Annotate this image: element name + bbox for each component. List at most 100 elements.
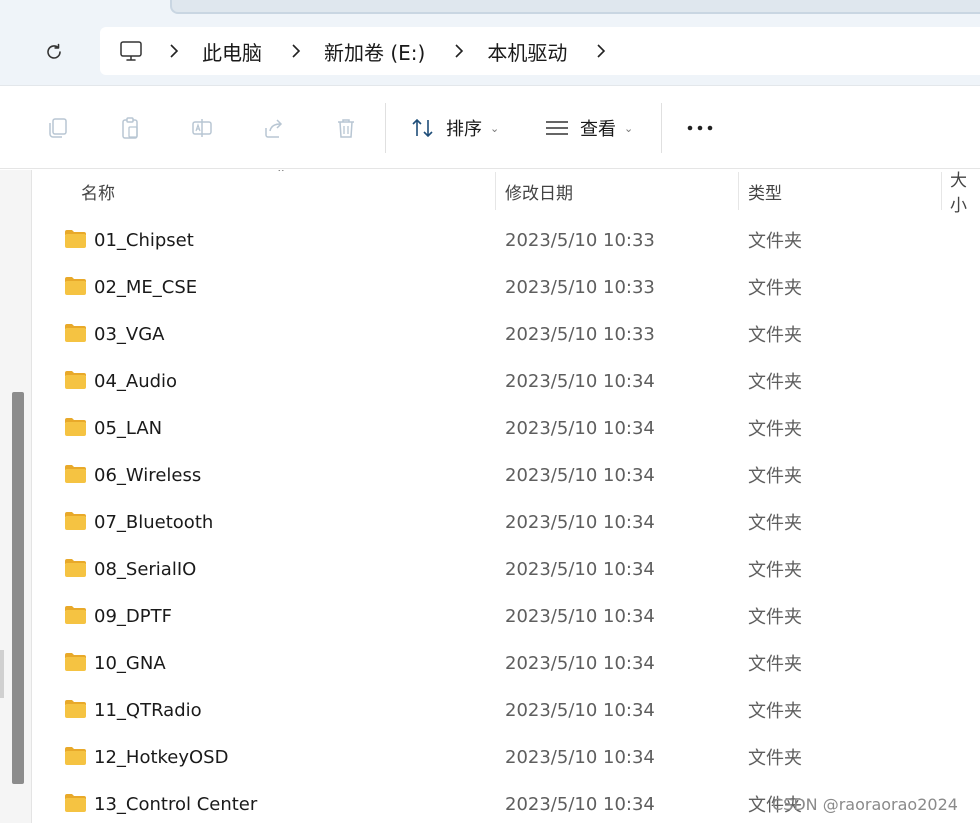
refresh-button[interactable] <box>34 32 74 72</box>
file-row[interactable]: 01_Chipset 2023/5/10 10:33 文件夹 <box>33 218 980 262</box>
file-row[interactable]: 06_Wireless 2023/5/10 10:34 文件夹 <box>33 453 980 497</box>
scrollbar-thumb[interactable] <box>12 392 24 784</box>
file-list: ⌃ 名称 修改日期 类型 大小 01_Chipset 2023/5/10 10:… <box>33 170 980 823</box>
file-row[interactable]: 09_DPTF 2023/5/10 10:34 文件夹 <box>33 594 980 638</box>
folder-icon <box>64 652 87 672</box>
column-header-type[interactable]: 类型 <box>748 170 782 212</box>
refresh-icon <box>47 43 61 59</box>
file-type: 文件夹 <box>748 701 802 722</box>
folder-icon <box>64 323 87 343</box>
file-name: 04_Audio <box>94 370 178 392</box>
copy-button[interactable] <box>43 113 73 143</box>
file-modified-date: 2023/5/10 10:34 <box>505 793 655 815</box>
paste-icon <box>122 117 138 139</box>
file-type: 文件夹 <box>748 419 802 440</box>
file-modified-date: 2023/5/10 10:34 <box>505 370 655 392</box>
breadcrumb-item-local-drivers[interactable]: 本机驱动 <box>487 37 567 66</box>
column-divider[interactable] <box>738 172 739 210</box>
file-name: 03_VGA <box>94 323 165 345</box>
computer-icon <box>120 41 142 61</box>
file-modified-date: 2023/5/10 10:33 <box>505 276 655 298</box>
file-row[interactable]: 02_ME_CSE 2023/5/10 10:33 文件夹 <box>33 265 980 309</box>
computer-crumb-button[interactable] <box>118 38 144 64</box>
folder-icon <box>64 276 87 296</box>
file-name: 02_ME_CSE <box>94 276 198 298</box>
folder-icon <box>64 793 87 813</box>
rename-icon <box>192 119 212 137</box>
file-name: 12_HotkeyOSD <box>94 746 229 768</box>
chevron-right-icon[interactable] <box>593 44 609 58</box>
file-name: 06_Wireless <box>94 464 202 486</box>
file-name: 05_LAN <box>94 417 163 439</box>
file-name: 10_GNA <box>94 652 166 674</box>
folder-icon <box>64 511 87 531</box>
rename-button[interactable] <box>187 113 217 143</box>
file-type: 文件夹 <box>748 325 802 346</box>
view-menu-button[interactable]: 查看 ⌄ <box>544 113 633 143</box>
more-options-button[interactable] <box>684 113 716 143</box>
folder-icon <box>64 605 87 625</box>
file-modified-date: 2023/5/10 10:33 <box>505 323 655 345</box>
toolbar-separator <box>385 103 386 153</box>
column-header-size[interactable]: 大小 <box>950 170 980 216</box>
share-icon <box>265 119 283 138</box>
file-modified-date: 2023/5/10 10:34 <box>505 464 655 486</box>
file-row[interactable]: 08_SerialIO 2023/5/10 10:34 文件夹 <box>33 547 980 591</box>
watermark: CSDN @raoraorao2024 <box>772 795 958 814</box>
chevron-right-icon[interactable] <box>288 44 304 58</box>
delete-button[interactable] <box>331 113 361 143</box>
file-modified-date: 2023/5/10 10:34 <box>505 652 655 674</box>
file-name: 01_Chipset <box>94 229 194 251</box>
file-modified-date: 2023/5/10 10:33 <box>505 229 655 251</box>
chevron-right-icon[interactable] <box>166 44 182 58</box>
window-tab-edge <box>170 0 980 14</box>
paste-button[interactable] <box>115 113 145 143</box>
view-icon <box>546 121 568 135</box>
file-type: 文件夹 <box>748 372 802 393</box>
file-row[interactable]: 12_HotkeyOSD 2023/5/10 10:34 文件夹 <box>33 735 980 779</box>
file-type: 文件夹 <box>748 513 802 534</box>
folder-icon <box>64 699 87 719</box>
breadcrumb-item-volume-e[interactable]: 新加卷 (E:) <box>324 37 425 66</box>
file-name: 09_DPTF <box>94 605 172 627</box>
copy-icon <box>49 118 67 138</box>
file-modified-date: 2023/5/10 10:34 <box>505 417 655 439</box>
file-row[interactable]: 05_LAN 2023/5/10 10:34 文件夹 <box>33 406 980 450</box>
file-modified-date: 2023/5/10 10:34 <box>505 699 655 721</box>
file-type: 文件夹 <box>748 748 802 769</box>
column-divider[interactable] <box>941 172 942 210</box>
file-row[interactable]: 10_GNA 2023/5/10 10:34 文件夹 <box>33 641 980 685</box>
sort-ascending-icon: ⌃ <box>276 170 287 180</box>
breadcrumb-item-this-pc[interactable]: 此电脑 <box>202 37 262 66</box>
file-type: 文件夹 <box>748 231 802 252</box>
file-row[interactable]: 11_QTRadio 2023/5/10 10:34 文件夹 <box>33 688 980 732</box>
folder-icon <box>64 370 87 390</box>
chevron-right-icon[interactable] <box>451 44 467 58</box>
view-label: 查看 <box>580 119 616 140</box>
folder-icon <box>64 558 87 578</box>
folder-icon <box>64 464 87 484</box>
column-divider[interactable] <box>495 172 496 210</box>
pane-scroll-stub <box>0 650 4 698</box>
file-modified-date: 2023/5/10 10:34 <box>505 605 655 627</box>
column-header-name[interactable]: 名称 <box>81 170 115 212</box>
sort-icon <box>412 118 433 138</box>
share-button[interactable] <box>259 113 289 143</box>
column-header-date[interactable]: 修改日期 <box>505 170 573 212</box>
file-row[interactable]: 07_Bluetooth 2023/5/10 10:34 文件夹 <box>33 500 980 544</box>
file-name: 08_SerialIO <box>94 558 197 580</box>
chevron-down-icon: ⌄ <box>624 121 634 135</box>
file-row[interactable]: 04_Audio 2023/5/10 10:34 文件夹 <box>33 359 980 403</box>
file-row[interactable]: 03_VGA 2023/5/10 10:33 文件夹 <box>33 312 980 356</box>
folder-icon <box>64 229 87 249</box>
file-modified-date: 2023/5/10 10:34 <box>505 511 655 533</box>
file-type: 文件夹 <box>748 466 802 487</box>
folder-icon <box>64 417 87 437</box>
sort-menu-button[interactable]: 排序 ⌄ <box>410 113 499 143</box>
file-modified-date: 2023/5/10 10:34 <box>505 746 655 768</box>
toolbar-separator <box>661 103 662 153</box>
sort-label: 排序 <box>446 119 482 140</box>
command-toolbar: 排序 ⌄ 查看 ⌄ <box>0 87 980 169</box>
breadcrumb[interactable]: 此电脑 新加卷 (E:) 本机驱动 <box>100 27 980 75</box>
more-icon <box>687 125 713 131</box>
